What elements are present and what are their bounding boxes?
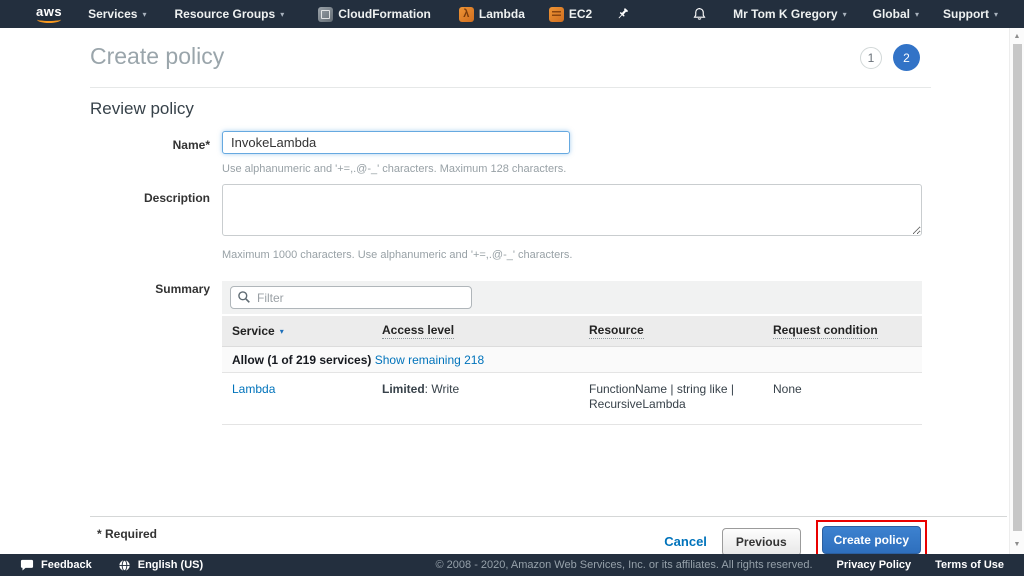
account-menu[interactable]: Mr Tom K Gregory ▾ [733,7,846,21]
summary-table: Service ▾ Access level Resource Request … [222,281,922,425]
region-menu[interactable]: Global ▾ [873,7,919,21]
show-remaining-link[interactable]: Show remaining 218 [375,353,484,367]
description-helper-text: Maximum 1000 characters. Use alphanumeri… [222,249,572,261]
nav-resource-groups-menu[interactable]: Resource Groups ▾ [174,7,284,21]
column-header-request-condition[interactable]: Request condition [763,323,922,339]
nav-shortcut-lambda[interactable]: λ Lambda [459,7,525,22]
policy-description-textarea[interactable] [222,184,922,236]
column-resource-label: Resource [589,323,644,339]
create-policy-button[interactable]: Create policy [822,526,921,554]
page-title: Create policy [90,43,224,70]
nav-services-menu[interactable]: Services ▾ [88,7,146,21]
column-access-level-label: Access level [382,323,454,339]
resource-line-1: FunctionName | string like | [589,382,763,397]
pin-shortcuts-button[interactable] [616,7,629,21]
access-level-cell: Limited: Write [372,382,579,412]
aws-smile-icon [37,16,61,23]
region-label: Global [873,7,910,21]
aws-logo[interactable]: aws [36,6,62,23]
aws-logo-text: aws [36,6,62,17]
ec2-icon [549,7,564,22]
wizard-step-2-active[interactable]: 2 [893,44,920,71]
wizard-step-1[interactable]: 1 [860,47,882,69]
wizard-footer: * Required Cancel Previous Create policy [90,516,1007,554]
wizard-steps: 1 2 [860,44,920,71]
scroll-up-icon[interactable]: ▲ [1010,33,1024,40]
name-helper-text: Use alphanumeric and '+=,.@-_' character… [222,163,566,175]
summary-filter-bar [222,281,922,314]
chevron-down-icon: ▾ [994,10,998,19]
policy-name-input[interactable] [222,131,570,154]
pin-icon [616,7,629,21]
chevron-down-icon: ▾ [280,10,284,19]
nav-shortcut-cloudformation[interactable]: CloudFormation [318,7,431,22]
column-header-service[interactable]: Service ▾ [222,324,372,338]
vertical-scrollbar: ▲ ▼ [1009,28,1024,554]
column-service-label: Service [232,324,275,338]
service-lambda-link[interactable]: Lambda [232,382,275,396]
header-divider [90,87,931,88]
resource-line-2: RecursiveLambda [589,397,763,412]
allow-group-label: Allow (1 of 219 services) [232,353,371,367]
search-icon [237,290,251,304]
previous-button[interactable]: Previous [722,528,801,556]
top-nav-right: Mr Tom K Gregory ▾ Global ▾ Support ▾ [692,6,998,22]
cancel-button[interactable]: Cancel [664,534,707,549]
request-condition-cell: None [763,382,922,412]
feedback-bubble-icon [20,559,34,572]
sort-descending-icon: ▾ [280,327,284,336]
allow-group-row: Allow (1 of 219 services) Show remaining… [222,347,922,373]
name-field-label: Name* [90,138,210,152]
notifications-button[interactable] [692,6,707,22]
privacy-policy-link[interactable]: Privacy Policy [837,559,912,571]
column-request-condition-label: Request condition [773,323,878,339]
terms-of-use-link[interactable]: Terms of Use [935,559,1004,571]
cloudformation-icon [318,7,333,22]
scroll-down-icon[interactable]: ▼ [1010,541,1024,548]
globe-icon [118,559,131,572]
resource-cell: FunctionName | string like | RecursiveLa… [579,382,763,412]
column-header-resource[interactable]: Resource [579,323,763,339]
column-header-access-level[interactable]: Access level [372,323,579,339]
bell-icon [692,6,707,22]
support-label: Support [943,7,989,21]
nav-resource-groups-label: Resource Groups [174,7,275,21]
account-name-label: Mr Tom K Gregory [733,7,837,21]
scrollbar-thumb[interactable] [1013,44,1022,531]
lambda-icon: λ [459,7,474,22]
copyright-text: © 2008 - 2020, Amazon Web Services, Inc.… [436,559,813,571]
nav-cloudformation-label: CloudFormation [338,7,431,21]
section-title: Review policy [90,99,194,119]
required-note: * Required [97,527,157,541]
chevron-down-icon: ▾ [142,10,146,19]
description-field-label: Description [90,191,210,205]
bottom-bar: Feedback English (US) © 2008 - 2020, Ama… [0,554,1024,576]
feedback-button[interactable]: Feedback [20,559,92,572]
nav-ec2-label: EC2 [569,7,592,21]
feedback-label: Feedback [41,559,92,571]
top-nav-bar: aws Services ▾ Resource Groups ▾ CloudFo… [0,0,1024,28]
support-menu[interactable]: Support ▾ [943,7,998,21]
summary-label: Summary [90,282,210,296]
chevron-down-icon: ▾ [843,10,847,19]
access-level-bold: Limited [382,382,425,396]
nav-lambda-label: Lambda [479,7,525,21]
access-level-rest: : Write [425,382,459,396]
chevron-down-icon: ▾ [915,10,919,19]
language-label: English (US) [138,559,203,571]
nav-shortcut-ec2[interactable]: EC2 [549,7,592,22]
table-row: Lambda Limited: Write FunctionName | str… [222,373,922,425]
summary-table-header: Service ▾ Access level Resource Request … [222,314,922,347]
language-selector[interactable]: English (US) [118,559,203,572]
nav-services-label: Services [88,7,137,21]
summary-filter-input[interactable] [230,286,472,309]
